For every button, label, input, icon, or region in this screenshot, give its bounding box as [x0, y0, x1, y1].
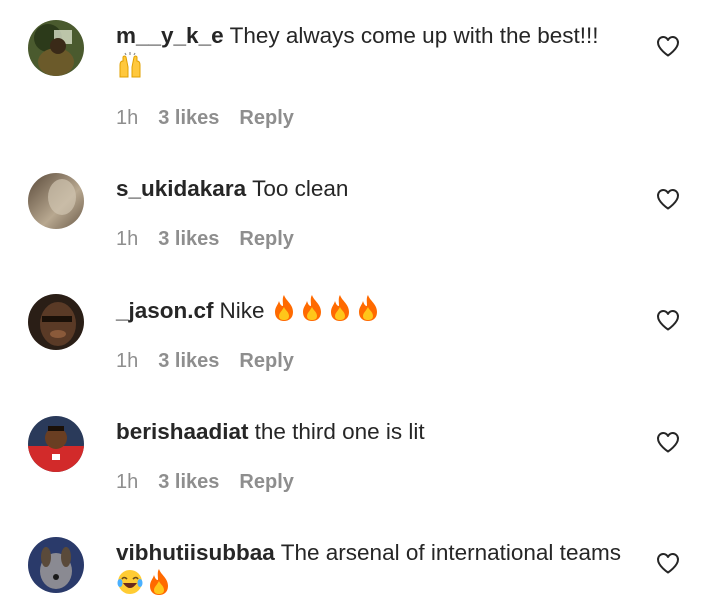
- reply-button[interactable]: Reply: [239, 471, 293, 493]
- comment-meta: 1h 3 likes Reply: [116, 349, 294, 373]
- fire-emoji: [146, 568, 172, 604]
- fire-emoji: [299, 294, 325, 330]
- comment-username[interactable]: m__y_k_e: [116, 23, 224, 48]
- comment-time: 1h: [116, 107, 139, 129]
- laughing-emoji: [116, 568, 144, 604]
- comment-text: They always come up with the best!!!: [229, 23, 599, 48]
- fire-emoji: [355, 294, 381, 330]
- comment-text: Too clean: [252, 176, 349, 201]
- comment-text-block: vibhutiisubbaa The arsenal of internation…: [116, 537, 636, 604]
- avatar[interactable]: [28, 537, 84, 593]
- reply-button[interactable]: Reply: [239, 228, 293, 250]
- comment-time: 1h: [116, 350, 139, 372]
- comment-text-block: m__y_k_e They always come up with the bes…: [116, 20, 636, 87]
- heart-outline-icon[interactable]: [656, 35, 680, 57]
- comment-likes[interactable]: 3 likes: [158, 471, 219, 493]
- comment-username[interactable]: vibhutiisubbaa: [116, 540, 275, 565]
- comment-likes[interactable]: 3 likes: [158, 350, 219, 372]
- comment-text: Nike: [219, 298, 265, 323]
- comment-meta: 1h 3 likes Reply: [116, 106, 294, 130]
- raising-hands-emoji: [116, 51, 144, 87]
- comment-meta: 1h 3 likes Reply: [116, 470, 294, 494]
- comment-time: 1h: [116, 228, 139, 250]
- avatar[interactable]: [28, 416, 84, 472]
- comment-text-block: _jason.cf Nike: [116, 294, 636, 330]
- comment-likes[interactable]: 3 likes: [158, 107, 219, 129]
- comment-username[interactable]: _jason.cf: [116, 298, 214, 323]
- avatar[interactable]: [28, 294, 84, 350]
- comment-text-block: s_ukidakara Too clean: [116, 173, 636, 204]
- fire-emoji: [327, 294, 353, 330]
- comment-meta: 1h 3 likes Reply: [116, 227, 294, 251]
- comment-username[interactable]: s_ukidakara: [116, 176, 246, 201]
- reply-button[interactable]: Reply: [239, 107, 293, 129]
- comment-time: 1h: [116, 471, 139, 493]
- comment-likes[interactable]: 3 likes: [158, 228, 219, 250]
- avatar[interactable]: [28, 20, 84, 76]
- heart-outline-icon[interactable]: [656, 552, 680, 574]
- fire-emoji: [271, 294, 297, 330]
- avatar[interactable]: [28, 173, 84, 229]
- comment-username[interactable]: berishaadiat: [116, 419, 249, 444]
- heart-outline-icon[interactable]: [656, 431, 680, 453]
- reply-button[interactable]: Reply: [239, 350, 293, 372]
- heart-outline-icon[interactable]: [656, 188, 680, 210]
- comment-text: The arsenal of international teams: [280, 540, 621, 565]
- comment-text-block: berishaadiat the third one is lit: [116, 416, 636, 447]
- comment-text: the third one is lit: [254, 419, 425, 444]
- heart-outline-icon[interactable]: [656, 309, 680, 331]
